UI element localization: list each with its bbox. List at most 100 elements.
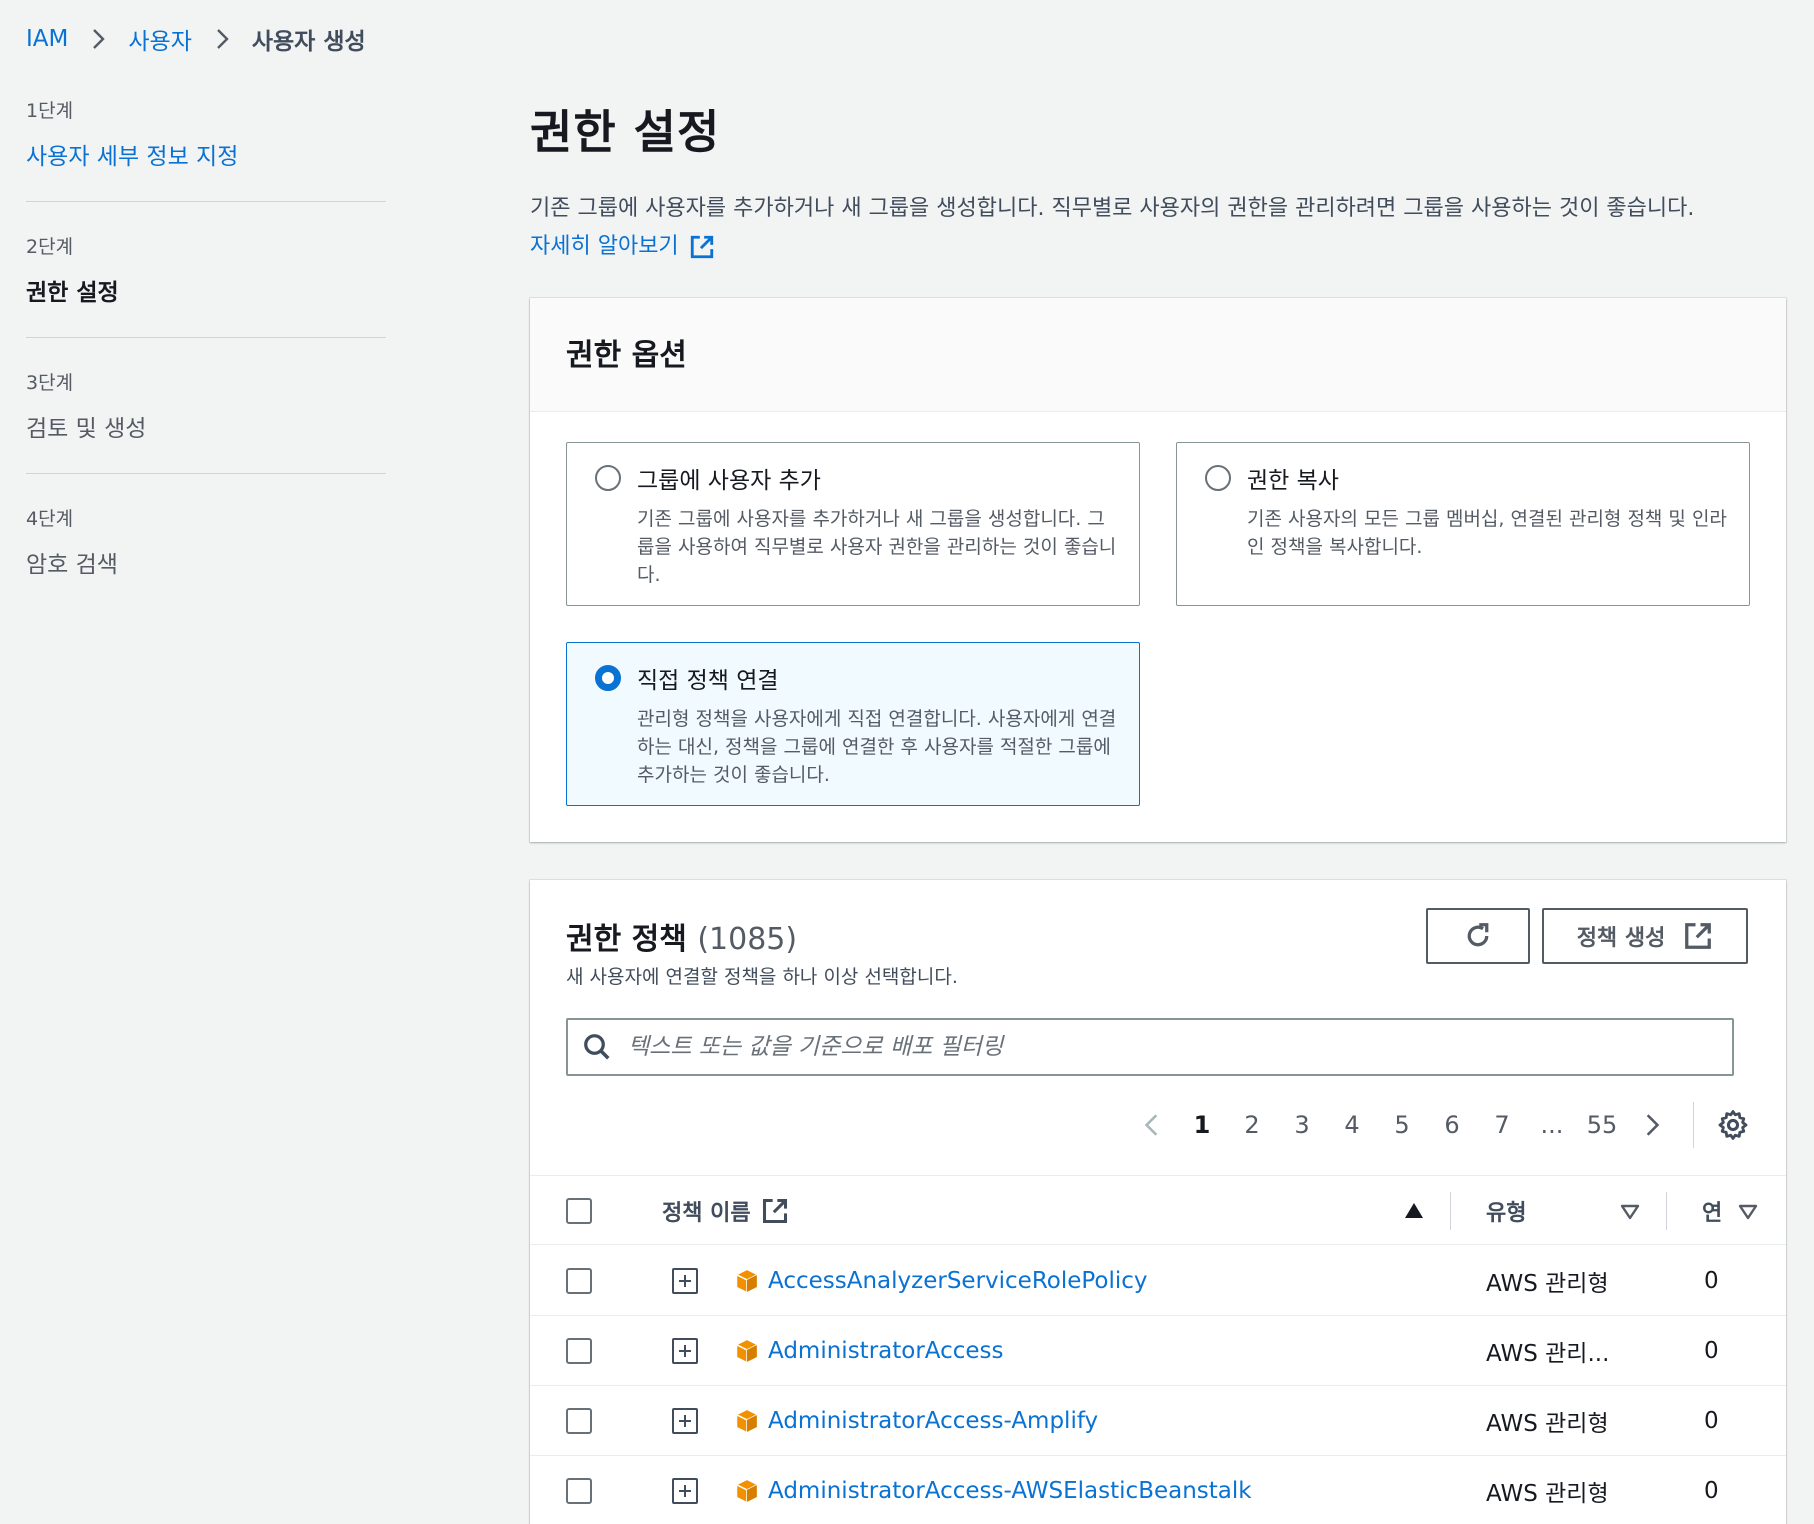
- step-4-title: 암호 검색: [26, 552, 118, 578]
- policies-title: 권한 정책 (1085): [566, 914, 797, 958]
- breadcrumb-iam-link[interactable]: IAM: [26, 26, 68, 52]
- column-separator: [1666, 1192, 1667, 1230]
- breadcrumb: IAM 사용자 사용자 생성: [26, 22, 366, 56]
- permission-options-title: 권한 옵션: [566, 338, 687, 373]
- policy-name-link[interactable]: AdministratorAccess: [768, 1338, 1004, 1364]
- expand-icon[interactable]: [672, 1338, 698, 1364]
- page-55[interactable]: 55: [1577, 1111, 1627, 1139]
- option-copy-permissions[interactable]: 권한 복사 기존 사용자의 모든 그룹 멤버십, 연결된 관리형 정책 및 인라…: [1176, 442, 1750, 606]
- radio-button[interactable]: [1205, 465, 1231, 491]
- policies-count: (1085): [697, 922, 798, 957]
- main-header: 권한 설정 기존 그룹에 사용자를 추가하거나 새 그룹을 생성합니다. 직무별…: [530, 96, 1786, 266]
- chevron-left-icon: [1144, 1114, 1158, 1136]
- step-number: 1단계: [26, 100, 74, 122]
- policy-attached-cell: 0: [1704, 1408, 1719, 1434]
- step-2: 2단계 권한 설정: [26, 232, 386, 338]
- sort-icon[interactable]: [1738, 1204, 1758, 1220]
- step-1-link[interactable]: 사용자 세부 정보 지정: [26, 137, 386, 171]
- step-2-current: 권한 설정: [26, 280, 119, 306]
- option-add-to-group[interactable]: 그룹에 사용자 추가 기존 그룹에 사용자를 추가하거나 새 그룹을 생성합니다…: [566, 442, 1140, 606]
- next-page-button[interactable]: [1627, 1112, 1677, 1138]
- page-1[interactable]: 1: [1177, 1111, 1227, 1139]
- create-policy-button[interactable]: 정책 생성: [1542, 908, 1748, 964]
- policy-name-link[interactable]: AdministratorAccess-Amplify: [768, 1408, 1098, 1434]
- row-checkbox[interactable]: [566, 1408, 592, 1434]
- external-link-icon: [762, 1198, 787, 1224]
- option-description: 관리형 정책을 사용자에게 직접 연결합니다. 사용자에게 연결하는 대신, 정…: [637, 708, 1117, 786]
- table-row: AdministratorAccess AWS 관리... 0: [530, 1316, 1786, 1386]
- step-3-title: 검토 및 생성: [26, 416, 147, 442]
- row-checkbox[interactable]: [566, 1478, 592, 1504]
- option-description: 기존 사용자의 모든 그룹 멤버십, 연결된 관리형 정책 및 인라인 정책을 …: [1247, 508, 1727, 558]
- learn-more-link[interactable]: 자세히 알아보기: [530, 228, 715, 266]
- page-2[interactable]: 2: [1227, 1111, 1277, 1139]
- page-description: 기존 그룹에 사용자를 추가하거나 새 그룹을 생성합니다. 직무별로 사용자의…: [530, 190, 1786, 266]
- table-row: AccessAnalyzerServiceRolePolicy AWS 관리형 …: [530, 1246, 1786, 1316]
- expand-icon[interactable]: [672, 1478, 698, 1504]
- previous-page-button[interactable]: [1127, 1112, 1177, 1138]
- external-link-icon: [1685, 923, 1712, 949]
- aws-managed-policy-icon: [736, 1340, 758, 1362]
- column-policy-name[interactable]: 정책 이름: [662, 1176, 789, 1246]
- table-row: AdministratorAccess-AWSElasticBeanstalk …: [530, 1456, 1786, 1524]
- radio-button-checked[interactable]: [595, 665, 621, 691]
- step-number: 3단계: [26, 372, 74, 394]
- row-checkbox[interactable]: [566, 1268, 592, 1294]
- policy-name-cell: AccessAnalyzerServiceRolePolicy: [734, 1246, 1148, 1316]
- page-7[interactable]: 7: [1477, 1111, 1527, 1139]
- permission-policies-panel: 권한 정책 (1085) 새 사용자에 연결할 정책을 하나 이상 선택합니다.…: [530, 880, 1786, 1524]
- policy-type-cell: AWS 관리형: [1486, 1411, 1609, 1437]
- pagination: 1 2 3 4 5 6 7 ... 55: [1127, 1100, 1750, 1150]
- column-type-label: 유형: [1486, 1201, 1527, 1226]
- option-title: 권한 복사: [1247, 468, 1339, 494]
- row-checkbox[interactable]: [566, 1338, 592, 1364]
- policy-type-cell: AWS 관리...: [1486, 1341, 1610, 1367]
- expand-row-cell: [672, 1386, 698, 1456]
- search-input[interactable]: [628, 1034, 1708, 1060]
- step-4: 4단계 암호 검색: [26, 504, 386, 609]
- expand-row-cell: [672, 1246, 698, 1316]
- expand-icon[interactable]: [672, 1408, 698, 1434]
- page-3[interactable]: 3: [1277, 1111, 1327, 1139]
- policy-type-cell: AWS 관리형: [1486, 1271, 1609, 1297]
- pager-divider: [1693, 1102, 1694, 1148]
- panel-header: 권한 옵션: [530, 298, 1786, 412]
- column-type[interactable]: 유형: [1486, 1176, 1526, 1246]
- chevron-right-icon: [1646, 1114, 1660, 1136]
- policy-type-cell: AWS 관리형: [1486, 1481, 1609, 1507]
- policy-name-link[interactable]: AccessAnalyzerServiceRolePolicy: [768, 1268, 1148, 1294]
- policy-name-cell: AdministratorAccess-AWSElasticBeanstalk: [734, 1456, 1252, 1524]
- policies-title-text: 권한 정책: [566, 922, 687, 957]
- policy-attached-cell: 0: [1704, 1338, 1719, 1364]
- option-title: 직접 정책 연결: [637, 668, 779, 694]
- breadcrumb-users-link[interactable]: 사용자: [128, 22, 191, 56]
- page-title: 권한 설정: [530, 105, 721, 159]
- aws-managed-policy-icon: [736, 1410, 758, 1432]
- select-all-checkbox[interactable]: [566, 1198, 592, 1224]
- page-5[interactable]: 5: [1377, 1111, 1427, 1139]
- policy-name-link[interactable]: AdministratorAccess-AWSElasticBeanstalk: [768, 1478, 1252, 1504]
- radio-button[interactable]: [595, 465, 621, 491]
- option-title: 그룹에 사용자 추가: [637, 468, 821, 494]
- column-policy-name-label: 정책 이름: [662, 1201, 751, 1226]
- page-ellipsis: ...: [1540, 1111, 1564, 1139]
- table-row: AdministratorAccess-Amplify AWS 관리형 0: [530, 1386, 1786, 1456]
- policy-name-cell: AdministratorAccess-Amplify: [734, 1386, 1098, 1456]
- policies-subtitle: 새 사용자에 연결할 정책을 하나 이상 선택합니다.: [566, 966, 958, 988]
- page-6[interactable]: 6: [1427, 1111, 1477, 1139]
- sort-ascending-icon[interactable]: [1404, 1202, 1424, 1220]
- external-link-icon: [689, 234, 715, 260]
- create-policy-label: 정책 생성: [1576, 926, 1666, 951]
- option-attach-policies-directly[interactable]: 직접 정책 연결 관리형 정책을 사용자에게 직접 연결합니다. 사용자에게 연…: [566, 642, 1140, 806]
- sort-icon[interactable]: [1620, 1204, 1640, 1220]
- gear-icon[interactable]: [1716, 1108, 1750, 1142]
- expand-icon[interactable]: [672, 1268, 698, 1294]
- page-4[interactable]: 4: [1327, 1111, 1377, 1139]
- policy-attached-cell: 0: [1704, 1478, 1719, 1504]
- refresh-button[interactable]: [1426, 908, 1530, 964]
- aws-managed-policy-icon: [736, 1270, 758, 1292]
- column-attached[interactable]: 연: [1702, 1176, 1722, 1246]
- option-description: 기존 그룹에 사용자를 추가하거나 새 그룹을 생성합니다. 그룹을 사용하여 …: [637, 508, 1117, 586]
- table-header: 정책 이름 유형 연: [530, 1175, 1786, 1245]
- column-attached-label: 연: [1702, 1201, 1722, 1226]
